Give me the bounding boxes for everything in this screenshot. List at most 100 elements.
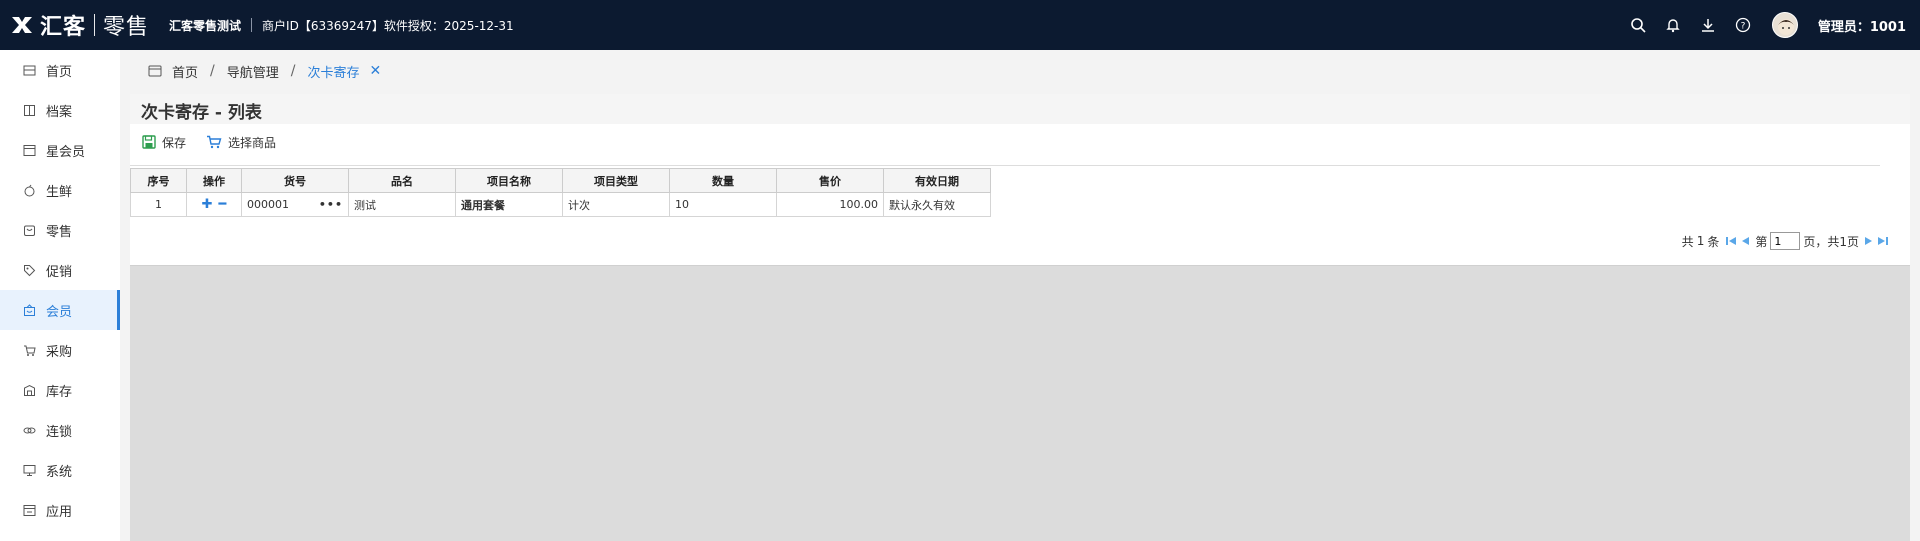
- sidebar-item-label: 星会员: [46, 144, 86, 160]
- archive-icon: [22, 103, 36, 117]
- sidebar-item-archive[interactable]: 档案: [0, 90, 120, 130]
- cart-icon: [206, 135, 222, 149]
- logo-mark-icon: [12, 17, 32, 33]
- row-price[interactable]: 100.00: [776, 192, 884, 217]
- row-name[interactable]: 测试: [348, 192, 456, 217]
- pager-page-prefix: 第: [1755, 234, 1768, 249]
- sidebar-item-label: 库存: [46, 384, 73, 400]
- column-header[interactable]: 有效日期: [883, 168, 991, 193]
- sidebar-item-purchase[interactable]: 采购: [0, 330, 120, 370]
- sidebar-item-home[interactable]: 首页: [0, 50, 120, 90]
- column-header[interactable]: 项目类型: [562, 168, 670, 193]
- row-valid-date[interactable]: 默认永久有效: [883, 192, 991, 217]
- store-name: 汇客零售测试: [169, 18, 242, 33]
- brand-logo[interactable]: 汇客 零售: [0, 0, 149, 50]
- column-header[interactable]: 货号: [241, 168, 349, 193]
- retail-icon: [22, 223, 36, 237]
- add-row-icon[interactable]: ✚: [202, 197, 213, 212]
- sidebar-item-label: 应用: [46, 504, 73, 520]
- column-header[interactable]: 项目名称: [455, 168, 563, 193]
- breadcrumb: 首页 / 导航管理 / 次卡寄存 ✕: [148, 62, 381, 81]
- column-header[interactable]: 数量: [669, 168, 777, 193]
- sidebar-item-chain[interactable]: 连锁: [0, 410, 120, 450]
- sidebar-item-promotion[interactable]: 促销: [0, 250, 120, 290]
- top-bar: 汇客 零售 汇客零售测试 商户ID【63369247】软件授权：2025-12-…: [0, 0, 1920, 50]
- svg-text:?: ?: [1740, 22, 1745, 32]
- last-page-icon[interactable]: [1877, 235, 1889, 247]
- sidebar-item-apps[interactable]: 应用: [0, 490, 120, 530]
- search-icon[interactable]: [1629, 16, 1647, 34]
- save-icon: [142, 135, 156, 149]
- sidebar-item-label: 会员: [46, 304, 73, 320]
- save-label: 保存: [162, 135, 187, 150]
- toolbar: 保存 选择商品: [142, 132, 296, 152]
- row-index: 1: [130, 192, 187, 217]
- close-tab-icon[interactable]: ✕: [369, 63, 381, 79]
- column-header[interactable]: 操作: [186, 168, 242, 193]
- page-number-input[interactable]: [1770, 232, 1801, 250]
- breadcrumb-home[interactable]: 首页: [172, 62, 198, 81]
- sidebar-item-inventory[interactable]: 库存: [0, 370, 120, 410]
- content-panel: 次卡寄存 - 列表 保存 选择商品 序号 操作 货号 品名 项目名称 项目类型 …: [130, 94, 1910, 541]
- select-goods-label: 选择商品: [228, 135, 277, 150]
- table-header-row: 序号 操作 货号 品名 项目名称 项目类型 数量 售价 有效日期: [130, 168, 991, 193]
- pager: 共 1 条 第 页，共1页: [1682, 232, 1890, 250]
- monitor-icon: [22, 463, 36, 477]
- sidebar-item-retail[interactable]: 零售: [0, 210, 120, 250]
- tag-icon: [22, 263, 36, 277]
- apps-icon: [22, 503, 36, 517]
- admin-label[interactable]: 管理员：1001: [1818, 16, 1906, 35]
- home-icon: [22, 63, 36, 77]
- panel-header: 次卡寄存 - 列表: [130, 94, 1910, 124]
- breadcrumb-separator: /: [210, 63, 215, 79]
- avatar[interactable]: [1771, 12, 1798, 38]
- row-code: 000001: [247, 198, 289, 211]
- first-page-icon[interactable]: [1725, 235, 1737, 247]
- more-icon[interactable]: •••: [319, 198, 343, 211]
- save-button[interactable]: 保存: [142, 134, 186, 151]
- row-project-type[interactable]: 计次: [562, 192, 670, 217]
- sidebar-item-fresh[interactable]: 生鲜: [0, 170, 120, 210]
- column-header[interactable]: 序号: [130, 168, 187, 193]
- row-code-cell[interactable]: 000001 •••: [241, 192, 349, 217]
- remove-row-icon[interactable]: ━: [219, 197, 227, 212]
- download-icon[interactable]: [1699, 16, 1717, 34]
- sidebar-item-system[interactable]: 系统: [0, 450, 120, 490]
- row-project-name[interactable]: 通用套餐: [455, 192, 563, 217]
- column-header[interactable]: 售价: [776, 168, 884, 193]
- select-goods-button[interactable]: 选择商品: [206, 134, 276, 151]
- breadcrumb-nav-manage[interactable]: 导航管理: [227, 62, 279, 81]
- home-tab-icon: [148, 65, 162, 77]
- logo-text: 汇客: [40, 15, 87, 40]
- logo-divider: [94, 14, 96, 36]
- column-header[interactable]: 品名: [348, 168, 456, 193]
- sidebar-item-label: 系统: [46, 464, 73, 480]
- sidebar-item-label: 档案: [46, 104, 73, 120]
- top-right-tools: ? 管理员：1001: [1612, 0, 1906, 50]
- chain-icon: [22, 423, 36, 437]
- cart-icon: [22, 343, 36, 357]
- bell-icon[interactable]: [1664, 16, 1682, 34]
- sidebar-item-label: 生鲜: [46, 184, 73, 200]
- star-member-icon: [22, 143, 36, 157]
- sidebar-item-member[interactable]: 会员: [0, 290, 120, 330]
- next-page-icon[interactable]: [1863, 235, 1875, 247]
- apple-icon: [22, 183, 36, 197]
- merchant-info: 商户ID【63369247】软件授权：2025-12-31: [262, 18, 514, 33]
- sidebar-item-label: 零售: [46, 224, 73, 240]
- sidebar-item-star-member[interactable]: 星会员: [0, 130, 120, 170]
- logo-subtext: 零售: [103, 15, 150, 40]
- sidebar-item-label: 首页: [46, 64, 73, 80]
- pager-total: 1: [1696, 234, 1705, 248]
- table-row[interactable]: 1 ✚ ━ 000001 ••• 测试 通用套餐 计次 10 100.00 默认永…: [130, 192, 991, 217]
- help-icon[interactable]: ?: [1734, 16, 1752, 34]
- sidebar-item-label: 连锁: [46, 424, 73, 440]
- sidebar-item-label: 采购: [46, 344, 73, 360]
- pager-total-prefix: 共: [1681, 234, 1694, 249]
- prev-page-icon[interactable]: [1739, 235, 1751, 247]
- deposit-table: 序号 操作 货号 品名 项目名称 项目类型 数量 售价 有效日期 1 ✚ ━ 0…: [130, 168, 991, 217]
- info-divider: [251, 18, 253, 32]
- breadcrumb-current[interactable]: 次卡寄存: [307, 62, 359, 81]
- warehouse-icon: [22, 383, 36, 397]
- row-quantity[interactable]: 10: [669, 192, 777, 217]
